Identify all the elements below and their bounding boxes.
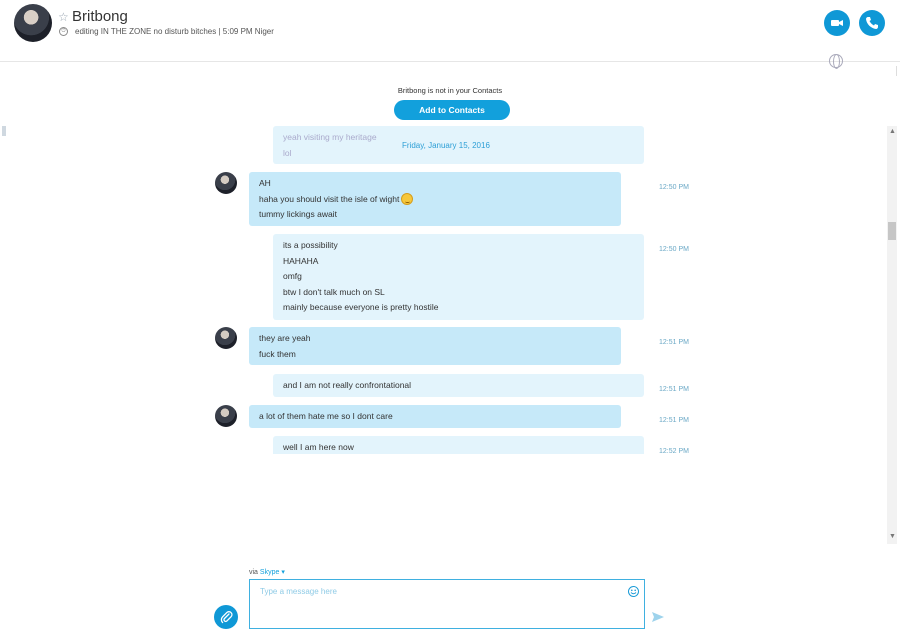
message-line: HAHAHA bbox=[283, 255, 319, 266]
smile-emoticon-icon bbox=[401, 192, 414, 205]
phone-call-icon bbox=[866, 17, 878, 29]
message-timestamp: 12:50 PM bbox=[659, 184, 689, 191]
via-service-selector[interactable]: via Skype ▾ bbox=[249, 568, 285, 576]
via-service[interactable]: Skype bbox=[260, 569, 279, 576]
contact-name[interactable]: Britbong bbox=[72, 8, 128, 25]
window-edge bbox=[896, 66, 900, 76]
message-input[interactable] bbox=[250, 580, 644, 602]
date-separator: Friday, January 15, 2016 bbox=[402, 141, 490, 150]
message-line: tummy lickings await bbox=[259, 209, 337, 219]
message-line: and I am not really confrontational bbox=[283, 380, 412, 390]
add-to-contacts-button[interactable]: Add to Contacts bbox=[394, 100, 510, 120]
scroll-down-arrow-icon[interactable]: ▼ bbox=[889, 533, 896, 540]
message-line: a lot of them hate me so I dont care bbox=[259, 411, 393, 421]
message-line: AH bbox=[259, 178, 271, 188]
chat-window: ☆ Britbong ⏱ editing IN THE ZONE no dist… bbox=[0, 0, 900, 634]
message-text: haha you should visit the isle of wight bbox=[259, 193, 400, 204]
message-timestamp: 12:51 PM bbox=[659, 339, 689, 346]
message-line: omfg bbox=[283, 271, 302, 281]
message-line: mainly because everyone is pretty hostil… bbox=[283, 302, 439, 312]
message-timestamp: 12:50 PM bbox=[659, 246, 689, 253]
contact-avatar[interactable] bbox=[14, 4, 52, 42]
message-line: btw I don't talk much on SL bbox=[283, 286, 385, 297]
chevron-down-icon[interactable]: ▾ bbox=[279, 569, 285, 576]
emoji-icon[interactable] bbox=[628, 586, 639, 597]
favorite-star-icon[interactable]: ☆ bbox=[58, 10, 69, 24]
contact-mood-message: editing IN THE ZONE no disturb bitches |… bbox=[75, 27, 274, 36]
sender-avatar[interactable] bbox=[215, 172, 237, 194]
message-bubble[interactable]: its a possibility HAHAHA omfg btw I don'… bbox=[273, 234, 644, 320]
globe-icon[interactable] bbox=[829, 54, 843, 69]
via-label: via bbox=[249, 569, 258, 576]
conversation-header: ☆ Britbong ⏱ editing IN THE ZONE no dist… bbox=[0, 0, 900, 62]
message-line: well I am here now bbox=[283, 442, 354, 452]
sender-avatar[interactable] bbox=[215, 327, 237, 349]
message-bubble[interactable]: AH haha you should visit the isle of wig… bbox=[249, 172, 621, 226]
message-line: they are yeah bbox=[259, 333, 311, 343]
scroll-up-arrow-icon[interactable]: ▲ bbox=[889, 128, 896, 135]
message-bubble[interactable]: they are yeah fuck them bbox=[249, 327, 621, 365]
attach-file-button[interactable] bbox=[214, 605, 238, 629]
message-line: fuck them bbox=[259, 348, 296, 359]
message-timestamp: 12:51 PM bbox=[659, 417, 689, 424]
video-call-icon bbox=[831, 20, 843, 26]
message-timestamp: 12:51 PM bbox=[659, 386, 689, 393]
message-bubble[interactable]: a lot of them hate me so I dont care bbox=[249, 405, 621, 428]
message-compose-box[interactable] bbox=[249, 579, 645, 629]
message-line: its a possibility bbox=[283, 240, 338, 250]
not-in-contacts-notice: Britbong is not in your Contacts bbox=[397, 86, 503, 95]
message-line: haha you should visit the isle of wight bbox=[259, 192, 611, 208]
message-bubble[interactable]: and I am not really confrontational bbox=[273, 374, 644, 397]
message-scrollbar[interactable] bbox=[887, 126, 897, 544]
video-call-button[interactable] bbox=[824, 10, 850, 36]
send-icon[interactable] bbox=[652, 612, 664, 622]
scrollbar-thumb[interactable] bbox=[888, 222, 896, 240]
time-icon: ⏱ bbox=[59, 27, 68, 36]
audio-call-button[interactable] bbox=[859, 10, 885, 36]
paperclip-icon bbox=[220, 611, 233, 624]
sender-avatar[interactable] bbox=[215, 405, 237, 427]
